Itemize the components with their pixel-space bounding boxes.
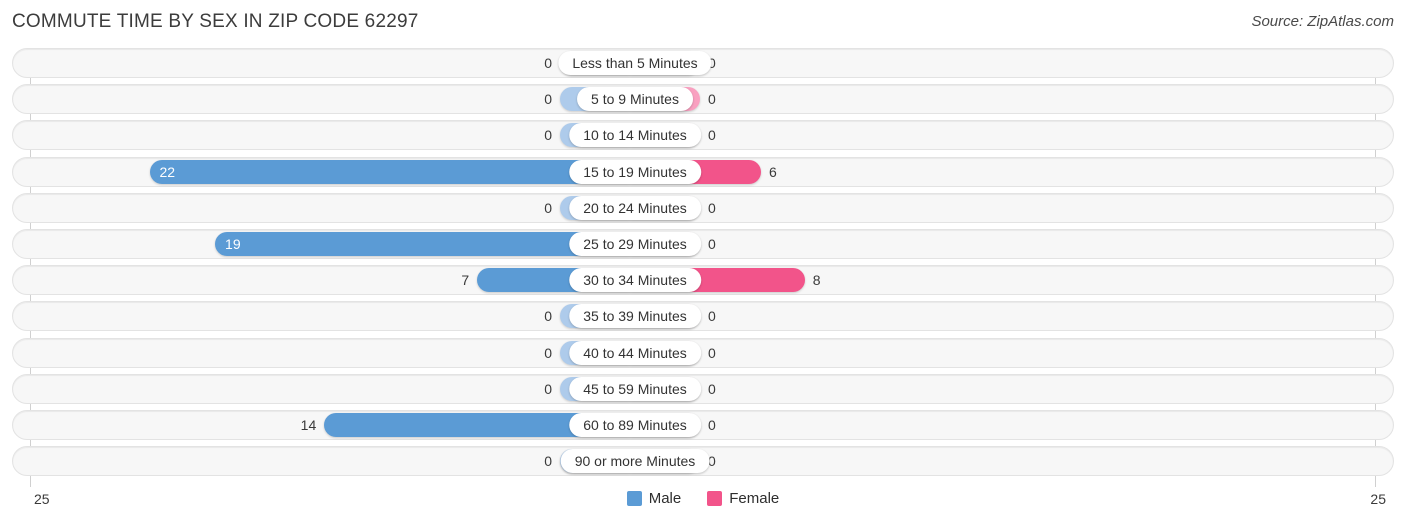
row-track [12, 84, 1394, 115]
bar-value-male: 14 [300, 417, 317, 433]
table-row: 0 0 5 to 9 Minutes [12, 84, 1394, 115]
category-label: 15 to 19 Minutes [569, 159, 701, 184]
table-row: 0 0 35 to 39 Minutes [12, 301, 1394, 332]
table-row: 0 0 45 to 59 Minutes [12, 373, 1394, 404]
legend-swatch-female [707, 491, 723, 506]
row-track [12, 337, 1394, 368]
legend-item-male[interactable]: Male [626, 490, 682, 507]
table-row: 22 6 15 to 19 Minutes [12, 156, 1394, 187]
legend-label-female: Female [729, 490, 780, 507]
legend-swatch-male [626, 491, 642, 506]
table-row: 7 8 30 to 34 Minutes [12, 265, 1394, 296]
source-attribution: Source: ZipAtlas.com [1251, 13, 1394, 30]
category-label: 20 to 24 Minutes [569, 195, 701, 220]
bar-value-male: 0 [544, 453, 552, 470]
bar-value-female: 6 [769, 163, 777, 180]
row-track [12, 120, 1394, 151]
category-label: 10 to 14 Minutes [569, 123, 701, 148]
bar-value-female: 0 [708, 199, 716, 216]
table-row: 0 0 90 or more Minutes [12, 446, 1394, 477]
table-row: 19 0 25 to 29 Minutes [12, 229, 1394, 259]
category-label: 25 to 29 Minutes [569, 232, 701, 256]
bar-value-male: 0 [544, 127, 552, 144]
bar-value-female: 0 [708, 417, 716, 433]
diverging-bar-chart: 0 0 Less than 5 Minutes 0 0 5 to 9 Minutes 0 0 1… [0, 46, 1406, 487]
chart-footer: 25 25 Male Female [0, 486, 1406, 523]
bar-value-female: 0 [708, 308, 716, 325]
chart-header: COMMUTE TIME BY SEX IN ZIP CODE 62297 So… [0, 0, 1406, 46]
bar-value-female: 0 [708, 127, 716, 144]
bar-value-male: 0 [544, 308, 552, 325]
bar-value-female: 0 [708, 344, 716, 361]
table-row: 0 0 Less than 5 Minutes [12, 48, 1394, 78]
category-label: 60 to 89 Minutes [569, 413, 701, 437]
row-track [12, 373, 1394, 404]
chart-legend: Male Female [0, 490, 1406, 507]
bar-value-female: 8 [812, 272, 821, 289]
bar-value-male: 0 [544, 380, 552, 397]
legend-item-female[interactable]: Female [707, 490, 779, 507]
bar-value-male: 0 [544, 344, 552, 361]
bar-value-male: 0 [544, 55, 552, 71]
table-row: 14 0 60 to 89 Minutes [12, 410, 1394, 440]
bar-value-male: 19 [225, 236, 241, 252]
row-track [12, 301, 1394, 332]
category-label: 90 or more Minutes [560, 449, 710, 474]
legend-label-male: Male [648, 490, 682, 507]
category-label: 45 to 59 Minutes [569, 376, 701, 401]
bar-value-male: 7 [461, 272, 470, 289]
bar-value-female: 0 [708, 91, 716, 108]
category-label: 30 to 34 Minutes [569, 268, 701, 293]
page-title: COMMUTE TIME BY SEX IN ZIP CODE 62297 [12, 11, 419, 32]
bar-value-male: 0 [544, 91, 552, 108]
table-row: 0 0 40 to 44 Minutes [12, 337, 1394, 368]
bar-male [149, 159, 630, 184]
bar-value-female: 0 [708, 236, 716, 252]
bar-value-female: 0 [708, 55, 716, 71]
bar-value-male: 22 [159, 163, 176, 180]
bar-value-male: 0 [544, 199, 552, 216]
bar-value-female: 0 [708, 380, 716, 397]
bar-value-female: 0 [708, 453, 716, 470]
category-label: 40 to 44 Minutes [569, 340, 701, 365]
table-row: 0 0 20 to 24 Minutes [12, 192, 1394, 223]
category-label: 5 to 9 Minutes [577, 87, 693, 112]
category-label: Less than 5 Minutes [558, 51, 712, 75]
category-label: 35 to 39 Minutes [569, 304, 701, 329]
table-row: 0 0 10 to 14 Minutes [12, 120, 1394, 151]
row-track [12, 192, 1394, 223]
row-track [12, 410, 1394, 440]
